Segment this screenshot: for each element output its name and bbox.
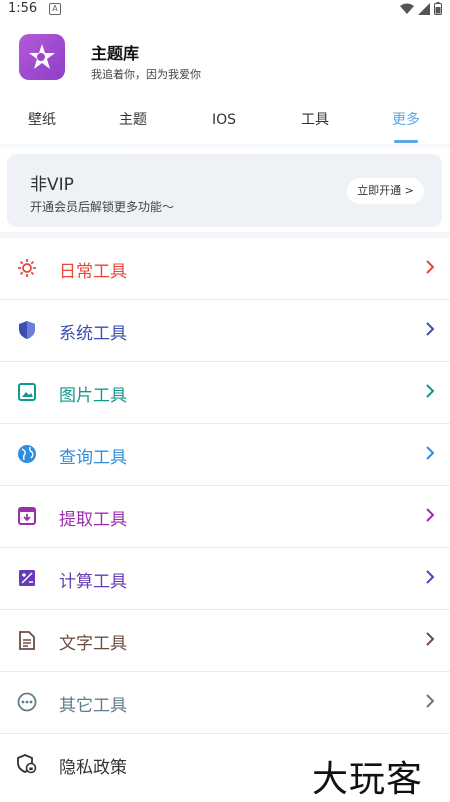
image-icon: [17, 382, 37, 402]
tab-ios[interactable]: IOS: [204, 108, 244, 136]
chevron-right-icon: [426, 570, 435, 584]
star-logo-icon: [29, 44, 55, 69]
list-item-extract-tools[interactable]: 提取工具: [0, 486, 450, 548]
chevron-right-icon: [426, 508, 435, 522]
app-logo: [19, 34, 65, 80]
tab-wallpaper[interactable]: 壁纸: [22, 108, 62, 136]
globe-icon: [17, 444, 37, 464]
list-item-label: 图片工具: [59, 386, 127, 406]
shield-icon: [17, 320, 37, 340]
tab-bar: 壁纸 主题 IOS 工具 更多: [0, 108, 450, 144]
app-subtitle: 我追着你，因为我爱你: [91, 68, 201, 81]
list-item-label: 系统工具: [59, 324, 127, 344]
chevron-right-icon: [426, 632, 435, 646]
vip-description: 开通会员后解锁更多功能～: [30, 200, 175, 214]
privacy-icon: [17, 754, 37, 774]
list-item-label: 其它工具: [59, 696, 127, 716]
active-tab-indicator: [394, 140, 418, 143]
chevron-right-icon: [426, 384, 435, 398]
signal-icon: [418, 2, 430, 15]
list-item-label: 提取工具: [59, 510, 127, 530]
watermark-logo: 大玩客: [312, 759, 424, 800]
list-item-calculate-tools[interactable]: 计算工具: [0, 548, 450, 610]
activate-vip-button[interactable]: 立即开通 >: [347, 178, 424, 204]
battery-icon: [434, 2, 442, 15]
vip-status-title: 非VIP: [30, 175, 74, 195]
tool-list: 日常工具 系统工具 图片工具 查询工具 提取工具 计算工具 文字工具 其它工具 …: [0, 238, 450, 795]
status-icons: [400, 2, 442, 15]
more-icon: [17, 692, 37, 712]
wifi-icon: [400, 3, 414, 14]
document-icon: [17, 630, 37, 650]
list-item-label: 隐私政策: [59, 758, 127, 778]
list-item-label: 日常工具: [59, 262, 127, 282]
list-item-query-tools[interactable]: 查询工具: [0, 424, 450, 486]
list-item-daily-tools[interactable]: 日常工具: [0, 238, 450, 300]
notification-a-icon: A: [49, 3, 61, 15]
chevron-right-icon: [426, 322, 435, 336]
list-item-label: 计算工具: [59, 572, 127, 592]
tabs-divider: [0, 144, 450, 150]
app-title: 主题库: [91, 44, 140, 63]
tab-theme[interactable]: 主题: [113, 108, 153, 136]
calculator-icon: [17, 568, 37, 588]
list-item-image-tools[interactable]: 图片工具: [0, 362, 450, 424]
list-item-other-tools[interactable]: 其它工具: [0, 672, 450, 734]
tab-tools[interactable]: 工具: [295, 108, 335, 136]
sun-icon: [17, 258, 37, 278]
list-item-label: 查询工具: [59, 448, 127, 468]
chevron-right-icon: [426, 446, 435, 460]
list-item-label: 文字工具: [59, 634, 127, 654]
status-time: 1:56: [8, 1, 38, 16]
archive-icon: [17, 506, 37, 526]
list-item-system-tools[interactable]: 系统工具: [0, 300, 450, 362]
tab-more[interactable]: 更多: [386, 108, 426, 136]
status-bar: 1:56 A: [0, 0, 450, 18]
chevron-right-icon: [426, 694, 435, 708]
list-item-text-tools[interactable]: 文字工具: [0, 610, 450, 672]
chevron-right-icon: [426, 260, 435, 274]
vip-card: 非VIP 开通会员后解锁更多功能～ 立即开通 >: [7, 154, 442, 227]
